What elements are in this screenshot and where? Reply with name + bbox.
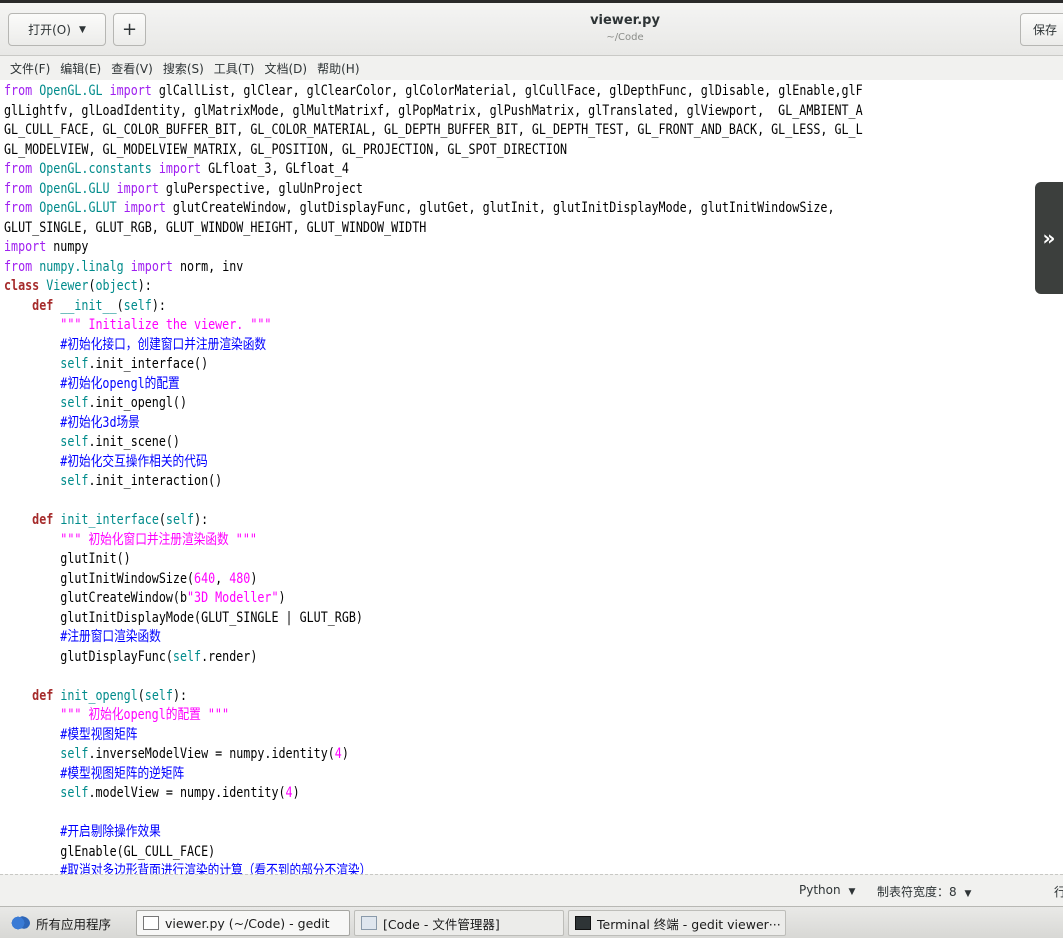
window-subtitle: ~/Code — [606, 32, 644, 43]
chevron-down-icon: ▼ — [964, 889, 972, 899]
terminal-icon — [575, 916, 591, 930]
menu-edit[interactable]: 编辑(E) — [60, 60, 101, 77]
language-selector[interactable]: Python ▼ — [799, 883, 855, 897]
applications-menu-button[interactable]: 所有应用程序 — [4, 910, 132, 936]
side-panel-toggle[interactable]: » — [1035, 182, 1063, 294]
applications-icon — [10, 916, 30, 930]
code-line: glutInitWindowSize(640, 480) — [4, 570, 258, 587]
code-line: glLightfv, glLoadIdentity, glMatrixMode,… — [4, 102, 863, 119]
menu-file[interactable]: 文件(F) — [10, 60, 50, 77]
code-text: from OpenGL.GL import glCallList, glClea… — [4, 82, 863, 874]
code-line: from OpenGL.GLU import gluPerspective, g… — [4, 180, 363, 197]
tab-width-selector[interactable]: 制表符宽度：8 ▼ — [877, 883, 971, 900]
chevron-down-icon: ▼ — [848, 887, 856, 897]
code-line: glutInitDisplayMode(GLUT_SINGLE | GLUT_R… — [4, 609, 363, 626]
window-title-box: viewer.py ~/Code — [400, 13, 850, 45]
code-line: #初始化交互操作相关的代码 — [60, 453, 208, 470]
text-editor-icon — [143, 916, 159, 930]
code-line: glEnable(GL_CULL_FACE) — [4, 843, 216, 860]
code-line: """ 初始化窗口并注册渲染函数 """ — [60, 531, 257, 548]
taskbar-item-label: [Code - 文件管理器] — [383, 916, 500, 932]
save-button[interactable]: 保存 — [1020, 13, 1063, 46]
window-title: viewer.py — [590, 13, 660, 28]
chevron-down-icon: ▼ — [78, 24, 86, 35]
code-line: GL_CULL_FACE, GL_COLOR_BUFFER_BIT, GL_CO… — [4, 122, 863, 138]
code-line: from OpenGL.constants import GLfloat_3, … — [4, 161, 349, 177]
taskbar-item-file-manager[interactable]: [Code - 文件管理器] — [354, 910, 564, 936]
menu-help[interactable]: 帮助(H) — [317, 60, 359, 77]
code-line: from OpenGL.GL import glCallList, glClea… — [4, 83, 863, 99]
menu-tools[interactable]: 工具(T) — [214, 60, 255, 77]
open-button[interactable]: 打开(O) ▼ — [8, 13, 106, 46]
menu-view[interactable]: 查看(V) — [111, 60, 153, 77]
menu-bar: 文件(F) 编辑(E) 查看(V) 搜索(S) 工具(T) 文档(D) 帮助(H… — [0, 56, 1063, 80]
code-line: #模型视图矩阵 — [60, 726, 138, 743]
status-bar: Python ▼ 制表符宽度：8 ▼ 行 — [0, 874, 1063, 906]
applications-label: 所有应用程序 — [36, 916, 112, 932]
code-editor[interactable]: from OpenGL.GL import glCallList, glClea… — [0, 80, 1063, 874]
new-document-button[interactable]: + — [113, 13, 146, 46]
code-line: def init_opengl(self): — [32, 687, 188, 704]
code-line: self.modelView = numpy.identity(4) — [60, 785, 300, 801]
code-line: import numpy — [4, 239, 89, 255]
code-line: class Viewer(object): — [4, 278, 152, 294]
code-line: #模型视图矩阵的逆矩阵 — [60, 765, 185, 782]
taskbar-item-label: Terminal 终端 - gedit viewer··· — [597, 916, 781, 932]
taskbar: 所有应用程序 viewer.py (~/Code) - gedit [Code … — [0, 906, 1063, 938]
open-button-label: 打开(O) — [28, 23, 71, 37]
code-line: #初始化opengl的配置 — [60, 375, 180, 392]
tab-width-label: 制表符宽度：8 — [877, 885, 957, 899]
code-line: #开启剔除操作效果 — [60, 824, 161, 840]
code-line: GLUT_SINGLE, GLUT_RGB, GLUT_WINDOW_HEIGH… — [4, 219, 427, 236]
code-line: def init_interface(self): — [32, 512, 209, 528]
code-line: def __init__(self): — [32, 297, 166, 314]
code-line: """ 初始化opengl的配置 """ — [60, 707, 229, 723]
header-bar: 打开(O) ▼ + viewer.py ~/Code 保存 — [0, 0, 1063, 56]
menu-search[interactable]: 搜索(S) — [163, 60, 204, 77]
code-line: """ Initialize the viewer. """ — [60, 317, 272, 333]
taskbar-item-gedit[interactable]: viewer.py (~/Code) - gedit — [136, 910, 350, 936]
taskbar-item-label: viewer.py (~/Code) - gedit — [165, 915, 330, 931]
code-line: #注册窗口渲染函数 — [60, 629, 161, 645]
cursor-position[interactable]: 行 — [1054, 883, 1063, 900]
code-line: self.init_opengl() — [60, 395, 188, 411]
folder-icon — [361, 916, 377, 930]
plus-icon: + — [121, 19, 138, 40]
menu-documents[interactable]: 文档(D) — [265, 60, 308, 77]
double-chevron-right-icon: » — [1042, 226, 1056, 250]
code-line: glutInit() — [4, 551, 131, 567]
taskbar-item-terminal[interactable]: Terminal 终端 - gedit viewer··· — [568, 910, 786, 936]
code-line: from OpenGL.GLUT import glutCreateWindow… — [4, 200, 835, 216]
code-line: self.init_scene() — [60, 434, 180, 450]
save-button-label: 保存 — [1033, 23, 1058, 37]
code-line: #初始化接口，创建窗口并注册渲染函数 — [60, 336, 267, 353]
code-line: #取消对多边形背面进行渲染的计算（看不到的部分不渲染） — [60, 863, 372, 874]
code-line: glutCreateWindow(b"3D Modeller") — [4, 590, 286, 606]
code-line: glutDisplayFunc(self.render) — [4, 648, 258, 665]
code-line: self.init_interface() — [60, 356, 209, 372]
code-line: GL_MODELVIEW, GL_MODELVIEW_MATRIX, GL_PO… — [4, 141, 568, 158]
code-line: #初始化3d场景 — [60, 414, 140, 431]
code-line: self.inverseModelView = numpy.identity(4… — [60, 746, 349, 762]
code-line: self.init_interaction() — [60, 473, 223, 489]
code-line: from numpy.linalg import norm, inv — [4, 258, 244, 275]
language-label: Python — [799, 883, 841, 897]
